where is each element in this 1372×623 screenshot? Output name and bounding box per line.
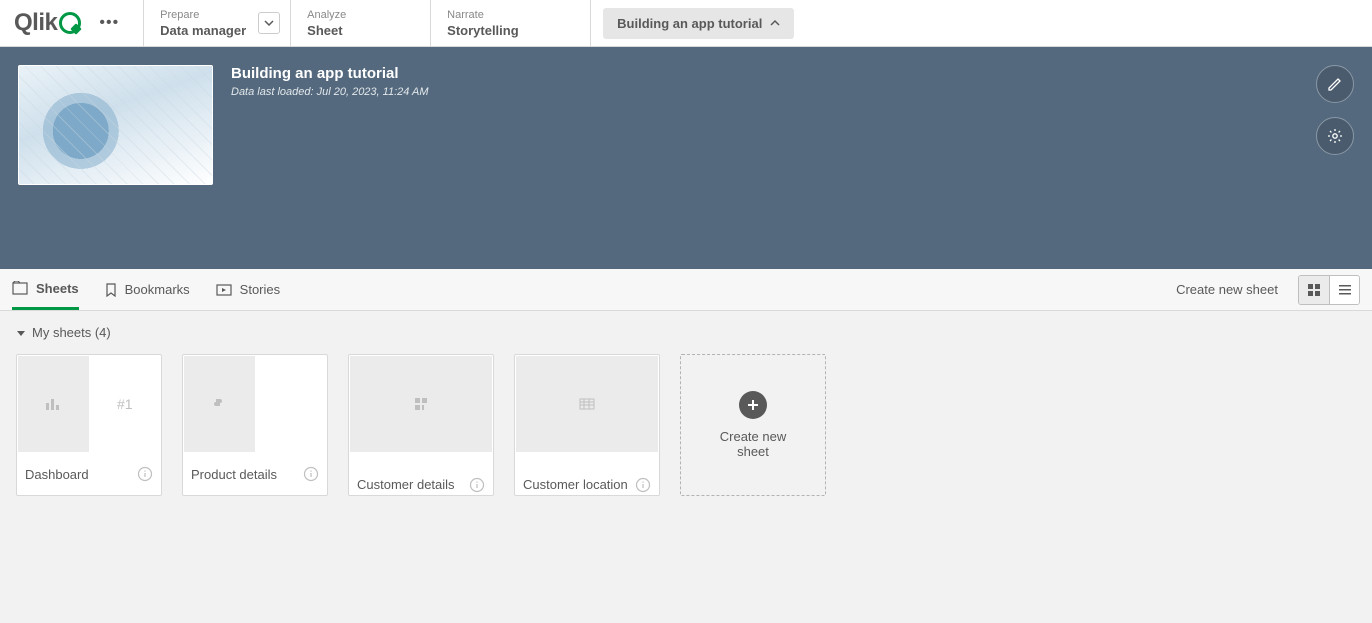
create-sheet-link[interactable]: Create new sheet [1176,282,1278,297]
app-menu-button[interactable]: Building an app tutorial [603,8,794,39]
section-my-sheets-label: My sheets (4) [32,325,111,340]
view-toggle [1298,275,1360,305]
nav-narrate[interactable]: Narrate Storytelling [431,0,591,46]
info-icon[interactable] [303,466,319,482]
create-new-sheet-label: Create new sheet [708,429,798,459]
card-title: Customer details [357,477,455,492]
card-title: Customer location [523,477,628,492]
nav-narrate-label: Narrate [447,9,574,21]
bookmark-icon [105,283,117,297]
nav-prepare-label: Prepare [160,9,246,21]
plus-circle-icon [739,391,767,419]
puzzle-icon [212,396,228,412]
card-footer: Dashboard [17,453,161,495]
card-preview [184,356,326,452]
app-thumbnail [18,65,213,185]
app-hero-text: Building an app tutorial Data last loade… [231,65,429,251]
nav-analyze-value: Sheet [307,23,414,38]
tab-stories[interactable]: Stories [216,269,280,310]
create-new-sheet-card[interactable]: Create new sheet [680,354,826,496]
app-hero: Building an app tutorial Data last loade… [0,47,1372,269]
nav-analyze[interactable]: Analyze Sheet [291,0,431,46]
gear-icon [1327,128,1343,144]
pencil-icon [1327,76,1343,92]
tab-bookmarks-label: Bookmarks [125,282,190,297]
tabs: Sheets Bookmarks Stories [12,269,280,310]
list-icon [1338,283,1352,297]
preview-kpi-text: #1 [117,396,133,412]
nav-prepare-dropdown[interactable] [258,12,280,34]
card-preview: #1 [18,356,160,452]
tab-sheets[interactable]: Sheets [12,269,79,310]
grid-icon [1307,283,1321,297]
chevron-down-icon [264,18,274,28]
card-preview [350,356,492,452]
preview-kpi: #1 [89,356,161,452]
more-menu-button[interactable]: ••• [93,8,125,38]
sheet-card-customer-details[interactable]: Customer details [348,354,494,496]
app-subtitle: Data last loaded: Jul 20, 2023, 11:24 AM [231,86,429,98]
card-footer: Customer details [349,474,493,495]
qlik-logo[interactable]: Qlik [14,9,81,37]
preview-chart-icon [18,356,89,452]
list-view-button[interactable] [1329,276,1359,304]
blocks-icon [414,397,428,411]
tab-stories-label: Stories [240,282,280,297]
card-footer: Customer location [515,474,659,495]
card-footer: Product details [183,453,327,495]
sheet-card-product-details[interactable]: Product details [182,354,328,496]
nav-analyze-label: Analyze [307,9,414,21]
triangle-down-icon [16,328,26,338]
app-menu-label: Building an app tutorial [617,16,762,31]
top-bar: Qlik ••• Prepare Data manager Analyze Sh… [0,0,1372,47]
content-area: My sheets (4) #1 Dashboard Product d [0,311,1372,623]
sheet-cards: #1 Dashboard Product details [16,354,1356,496]
logo-section: Qlik ••• [0,0,133,46]
nav-narrate-value: Storytelling [447,23,574,38]
edit-button[interactable] [1316,65,1354,103]
card-preview [516,356,658,452]
section-my-sheets-toggle[interactable]: My sheets (4) [16,325,1356,340]
table-icon [579,398,595,410]
tab-bookmarks[interactable]: Bookmarks [105,269,190,310]
logo-text: Qlik [14,9,57,37]
sheets-toolbar: Sheets Bookmarks Stories Create new shee… [0,269,1372,311]
nav-prepare[interactable]: Prepare Data manager [144,0,291,46]
logo-mark-icon [59,12,81,34]
card-title: Product details [191,467,277,482]
card-title: Dashboard [25,467,89,482]
stories-icon [216,283,232,297]
info-icon[interactable] [469,477,485,493]
app-title: Building an app tutorial [231,65,429,82]
sheet-card-customer-location[interactable]: Customer location [514,354,660,496]
grid-view-button[interactable] [1299,276,1329,304]
nav-prepare-value: Data manager [160,23,246,38]
sheet-card-dashboard[interactable]: #1 Dashboard [16,354,162,496]
settings-button[interactable] [1316,117,1354,155]
hero-actions [1316,65,1354,155]
info-icon[interactable] [137,466,153,482]
chevron-up-icon [770,18,780,28]
info-icon[interactable] [635,477,651,493]
tab-sheets-label: Sheets [36,281,79,296]
sheets-icon [12,281,28,295]
